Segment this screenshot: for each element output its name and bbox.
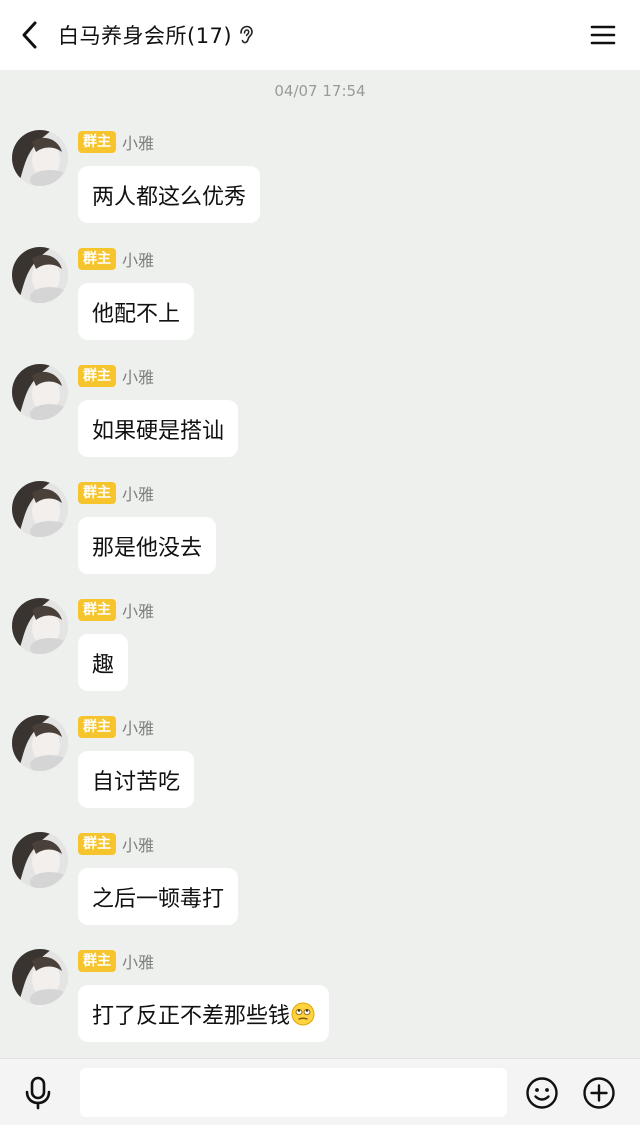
message-item: 群主 小雅 那是他没去 — [0, 481, 640, 591]
sender-name: 小雅 — [122, 485, 155, 504]
owner-badge: 群主 — [78, 833, 116, 855]
message-bubble[interactable]: 如果硬是搭讪 — [78, 400, 239, 457]
message-meta: 群主 小雅 — [78, 715, 154, 739]
chat-app: 白马养身会所(17) 04/07 17:54 群主 小雅 两人都这么优秀 群主 … — [0, 0, 640, 1125]
smiley-icon — [526, 1077, 558, 1109]
message-item: 群主 小雅 如果硬是搭讪 — [0, 364, 640, 474]
avatar[interactable] — [12, 364, 68, 420]
plus-circle-icon — [583, 1077, 615, 1109]
message-meta: 群主 小雅 — [78, 832, 154, 856]
message-item: 群主 小雅 打了反正不差那些钱 — [0, 949, 640, 1058]
message-text: 打了反正不差那些钱 — [92, 1003, 291, 1029]
message-item: 群主 小雅 自讨苦吃 — [0, 715, 640, 825]
sender-name: 小雅 — [122, 953, 155, 972]
message-bubble[interactable]: 两人都这么优秀 — [78, 166, 261, 223]
back-button[interactable] — [12, 17, 48, 53]
sender-name: 小雅 — [122, 836, 155, 855]
sender-name: 小雅 — [122, 602, 155, 621]
message-meta: 群主 小雅 — [78, 949, 154, 973]
message-input[interactable] — [80, 1068, 507, 1117]
sender-name: 小雅 — [122, 719, 155, 738]
message-bubble[interactable]: 那是他没去 — [78, 517, 217, 574]
sender-name: 小雅 — [122, 251, 155, 270]
sender-name: 小雅 — [122, 368, 155, 387]
title-area[interactable]: 白马养身会所(17) — [58, 0, 256, 70]
message-bubble[interactable]: 之后一顿毒打 — [78, 868, 239, 925]
owner-badge: 群主 — [78, 131, 116, 153]
owner-badge: 群主 — [78, 950, 116, 972]
group-title: 白马养身会所(17) — [58, 24, 233, 48]
hamburger-menu-icon — [590, 25, 616, 45]
more-button[interactable] — [579, 1073, 619, 1113]
message-list[interactable]: 04/07 17:54 群主 小雅 两人都这么优秀 群主 小雅 他配不上 群主 … — [0, 70, 640, 1058]
message-bubble[interactable]: 打了反正不差那些钱 — [78, 985, 330, 1042]
chevron-left-icon — [22, 21, 37, 49]
voice-button[interactable] — [18, 1073, 58, 1113]
microphone-icon — [25, 1076, 51, 1110]
avatar[interactable] — [12, 949, 68, 1005]
message-item: 群主 小雅 之后一顿毒打 — [0, 832, 640, 942]
input-bar — [0, 1058, 640, 1125]
message-item: 群主 小雅 他配不上 — [0, 247, 640, 357]
owner-badge: 群主 — [78, 365, 116, 387]
owner-badge: 群主 — [78, 248, 116, 270]
message-meta: 群主 小雅 — [78, 130, 154, 154]
emoji-button[interactable] — [522, 1073, 562, 1113]
owner-badge: 群主 — [78, 482, 116, 504]
avatar[interactable] — [12, 481, 68, 537]
avatar[interactable] — [12, 247, 68, 303]
avatar[interactable] — [12, 598, 68, 654]
owner-badge: 群主 — [78, 716, 116, 738]
chat-header: 白马养身会所(17) — [0, 0, 640, 70]
message-item: 群主 小雅 趣 — [0, 598, 640, 708]
avatar[interactable] — [12, 715, 68, 771]
avatar[interactable] — [12, 130, 68, 186]
message-meta: 群主 小雅 — [78, 598, 154, 622]
owner-badge: 群主 — [78, 599, 116, 621]
eye-roll-emoji-icon — [291, 1002, 315, 1026]
message-bubble[interactable]: 他配不上 — [78, 283, 195, 340]
avatar[interactable] — [12, 832, 68, 888]
message-timestamp: 04/07 17:54 — [274, 82, 366, 100]
message-item: 群主 小雅 两人都这么优秀 — [0, 130, 640, 240]
menu-button[interactable] — [588, 20, 618, 50]
message-meta: 群主 小雅 — [78, 247, 154, 271]
sender-name: 小雅 — [122, 134, 155, 153]
ear-icon — [238, 24, 256, 46]
message-bubble[interactable]: 趣 — [78, 634, 129, 691]
message-meta: 群主 小雅 — [78, 364, 154, 388]
message-meta: 群主 小雅 — [78, 481, 154, 505]
message-bubble[interactable]: 自讨苦吃 — [78, 751, 195, 808]
